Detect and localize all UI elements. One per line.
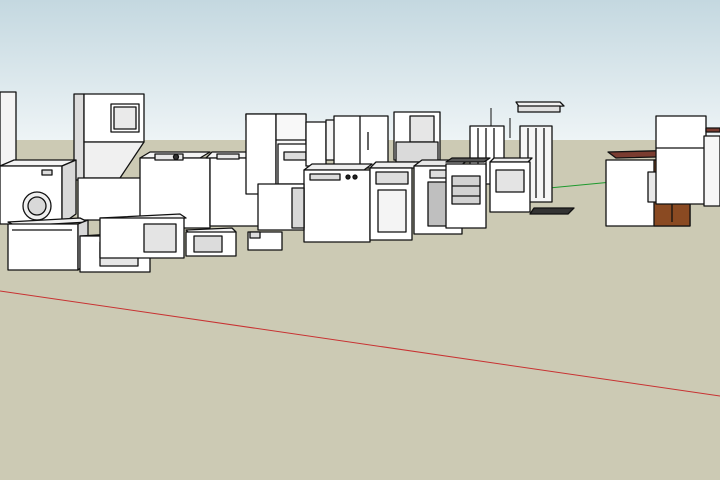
refrigerator-pair[interactable]: [305, 115, 389, 169]
refrigerator-left-edge[interactable]: [0, 91, 17, 167]
sketchup-viewport[interactable]: [0, 0, 720, 480]
wall-oven[interactable]: [393, 111, 441, 163]
toaster[interactable]: [247, 231, 283, 251]
range-hood[interactable]: [515, 101, 565, 113]
range-stove-1[interactable]: [303, 163, 373, 243]
range-stove-2[interactable]: [369, 161, 421, 241]
refrigerator-far-right[interactable]: [655, 115, 720, 207]
toaster-oven[interactable]: [185, 227, 237, 257]
model-canvas[interactable]: [0, 0, 720, 480]
microwave-large[interactable]: [7, 217, 89, 271]
dishwasher[interactable]: [257, 183, 305, 231]
microwave-center[interactable]: [99, 213, 187, 259]
range-stove-gas[interactable]: [445, 157, 491, 229]
front-load-washer[interactable]: [0, 159, 77, 225]
floor-drain-mat: [529, 207, 575, 215]
range-stove-small[interactable]: [489, 157, 533, 213]
